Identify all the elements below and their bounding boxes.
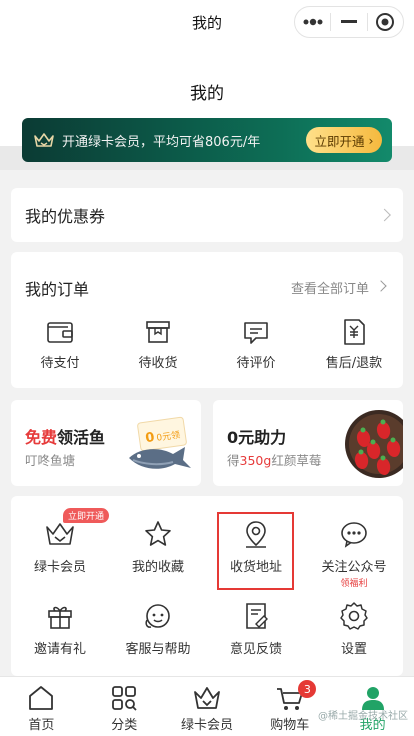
refund-icon [344, 319, 365, 345]
tab-bar: 首页 分类 绿卡会员 购物车 3 我的 [0, 676, 414, 736]
service-favorites[interactable]: 我的收藏 [109, 518, 207, 589]
feedback-icon [246, 603, 268, 629]
comment-icon [244, 322, 268, 344]
free-fish-title: 免费领活鱼 [25, 428, 106, 447]
minimize-button[interactable] [331, 7, 366, 37]
service-feedback[interactable]: 意见反馈 [207, 600, 305, 657]
headset-icon [145, 604, 170, 628]
services-card: 立即开通 绿卡会员 我的收藏 收货地址 关注公众号 领福利 邀请有礼 客服与帮助 [11, 496, 403, 676]
minus-icon [340, 20, 357, 23]
tab-category[interactable]: 分类 [83, 677, 166, 736]
free-fish-card[interactable]: 免费领活鱼 叮咚鱼塘 0 0元领 [11, 400, 201, 486]
more-button[interactable] [295, 7, 330, 37]
cart-count-badge: 3 [298, 680, 317, 698]
gear-icon [340, 602, 368, 630]
coupon-row[interactable]: 我的优惠券 [11, 188, 403, 242]
package-icon [146, 321, 170, 343]
orders-card: 我的订单 查看全部订单 待支付 待收货 待评价 售后/退款 [11, 252, 403, 388]
coupon-label: 我的优惠券 [25, 207, 106, 226]
service-support[interactable]: 客服与帮助 [109, 600, 207, 657]
crown-icon [34, 133, 54, 147]
fish-illustration-icon: 0 0元领 [129, 416, 191, 469]
service-follow-account[interactable]: 关注公众号 领福利 [305, 518, 403, 589]
service-invite[interactable]: 邀请有礼 [11, 600, 109, 657]
close-button[interactable] [368, 7, 403, 37]
capsule-menu [294, 6, 404, 38]
category-icon [112, 686, 137, 711]
zero-help-title: 0元助力 [227, 428, 287, 447]
free-fish-subtitle: 叮咚鱼塘 [25, 453, 76, 468]
vip-open-button[interactable]: 立即开通 › [306, 127, 382, 153]
crown-icon [194, 687, 220, 709]
orders-title: 我的订单 [25, 280, 90, 299]
nav-bar: 我的 [0, 0, 414, 44]
order-to-review[interactable]: 待评价 [207, 316, 305, 371]
view-all-orders-link[interactable]: 查看全部订单 [291, 278, 369, 297]
star-icon [145, 521, 171, 546]
vip-banner[interactable]: 开通绿卡会员，平均可省806元/年 立即开通 › [22, 118, 392, 162]
target-icon [376, 13, 395, 31]
tab-home[interactable]: 首页 [0, 677, 83, 736]
more-dots-icon [303, 18, 323, 26]
wechat-icon [341, 522, 367, 548]
page-title: 我的 [190, 84, 224, 104]
zero-help-subtitle: 得350g红颜草莓 [227, 453, 322, 468]
wallet-icon [47, 322, 73, 343]
home-icon [29, 686, 54, 710]
welfare-tag: 领福利 [340, 579, 368, 589]
watermark: @稀土掘金技术社区 [318, 711, 408, 722]
open-now-badge: 立即开通 [63, 508, 110, 523]
order-pending-payment[interactable]: 待支付 [11, 316, 109, 371]
order-refund[interactable]: 售后/退款 [305, 316, 403, 371]
chevron-right-icon [375, 280, 387, 292]
gift-icon [48, 606, 72, 629]
service-green-card[interactable]: 立即开通 绿卡会员 [11, 508, 110, 589]
service-settings[interactable]: 设置 [305, 600, 403, 657]
highlight-box [217, 512, 294, 590]
chevron-right-icon [378, 208, 391, 222]
zero-help-card[interactable]: 0元助力 得350g红颜草莓 [213, 400, 403, 486]
tab-green-card[interactable]: 绿卡会员 [166, 677, 249, 736]
page-header: 我的 [0, 44, 414, 120]
order-to-receive[interactable]: 待收货 [109, 316, 207, 371]
vip-banner-text: 开通绿卡会员，平均可省806元/年 [62, 134, 261, 150]
strawberry-icon [345, 410, 403, 478]
